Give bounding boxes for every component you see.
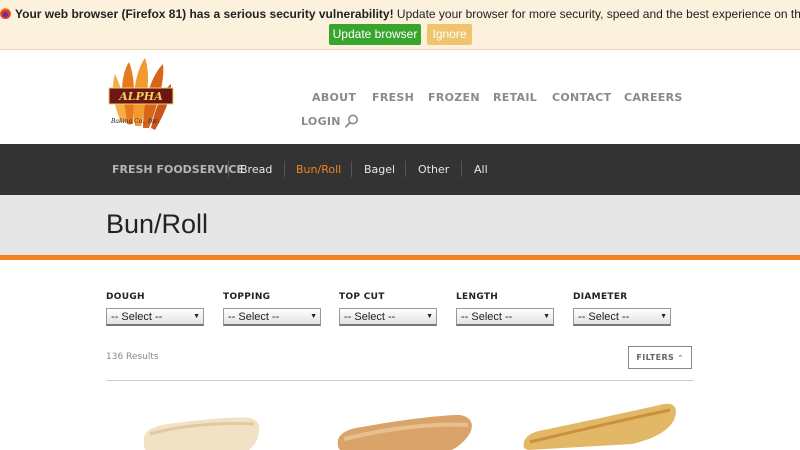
category-divider <box>284 161 285 177</box>
nav-careers[interactable]: CAREERS <box>624 91 683 104</box>
banner-message-rest: Update your browser for more security, s… <box>393 7 800 21</box>
product-image[interactable] <box>138 408 262 450</box>
filter-label-topping: TOPPING <box>223 292 271 302</box>
diameter-select[interactable]: -- Select -- ▼ <box>573 308 671 326</box>
category-bar: FRESH FOODSERVICE Bread Bun/Roll Bagel O… <box>0 144 800 195</box>
dropdown-arrow-icon: ▼ <box>426 313 433 320</box>
category-bun-roll[interactable]: Bun/Roll <box>296 163 341 176</box>
product-image[interactable] <box>334 405 476 450</box>
ignore-button[interactable]: Ignore <box>427 24 472 45</box>
results-divider <box>106 380 694 381</box>
dropdown-arrow-icon: ▼ <box>543 313 550 320</box>
dropdown-arrow-icon: ▼ <box>660 313 667 320</box>
update-browser-button[interactable]: Update browser <box>329 24 421 45</box>
category-divider <box>228 161 229 177</box>
filter-label-top-cut: TOP CUT <box>339 292 385 302</box>
category-heading[interactable]: FRESH FOODSERVICE <box>112 163 244 176</box>
dough-select[interactable]: -- Select -- ▼ <box>106 308 204 326</box>
nav-contact[interactable]: CONTACT <box>552 91 611 104</box>
product-image[interactable] <box>520 398 680 450</box>
filter-label-dough: DOUGH <box>106 292 145 302</box>
search-icon[interactable] <box>345 114 359 128</box>
results-count: 136 Results <box>106 352 159 362</box>
category-all[interactable]: All <box>474 163 488 176</box>
category-divider <box>405 161 406 177</box>
length-select[interactable]: -- Select -- ▼ <box>456 308 554 326</box>
logo-subtitle: Baking Co., Inc. <box>111 118 160 125</box>
page-title: Bun/Roll <box>106 209 209 239</box>
chevron-up-icon: ⌃ <box>677 354 684 362</box>
category-bread[interactable]: Bread <box>240 163 272 176</box>
filter-label-diameter: DIAMETER <box>573 292 628 302</box>
topping-select[interactable]: -- Select -- ▼ <box>223 308 321 326</box>
logo-wordmark: ALPHA <box>118 90 163 103</box>
nav-about[interactable]: ABOUT <box>312 91 356 104</box>
firefox-icon <box>0 8 11 19</box>
topping-select-value: -- Select -- <box>228 311 280 323</box>
filters-button-label: FILTERS <box>636 353 675 362</box>
nav-login[interactable]: LOGIN <box>301 115 341 128</box>
dropdown-arrow-icon: ▼ <box>310 313 317 320</box>
category-divider <box>461 161 462 177</box>
diameter-select-value: -- Select -- <box>578 311 630 323</box>
accent-rule <box>0 255 800 260</box>
dough-select-value: -- Select -- <box>111 311 163 323</box>
category-divider <box>351 161 352 177</box>
length-select-value: -- Select -- <box>461 311 513 323</box>
category-other[interactable]: Other <box>418 163 449 176</box>
nav-fresh[interactable]: FRESH <box>372 91 414 104</box>
dropdown-arrow-icon: ▼ <box>193 313 200 320</box>
filters-toggle-button[interactable]: FILTERS ⌃ <box>628 346 692 369</box>
nav-retail[interactable]: RETAIL <box>493 91 537 104</box>
nav-frozen[interactable]: FROZEN <box>428 91 480 104</box>
filter-label-length: LENGTH <box>456 292 499 302</box>
top-cut-select[interactable]: -- Select -- ▼ <box>339 308 437 326</box>
top-cut-select-value: -- Select -- <box>344 311 396 323</box>
banner-message-strong: Your web browser (Firefox 81) has a seri… <box>15 7 394 21</box>
category-bagel[interactable]: Bagel <box>364 163 395 176</box>
browser-update-banner: Your web browser (Firefox 81) has a seri… <box>0 0 800 50</box>
banner-message: Your web browser (Firefox 81) has a seri… <box>0 7 800 21</box>
